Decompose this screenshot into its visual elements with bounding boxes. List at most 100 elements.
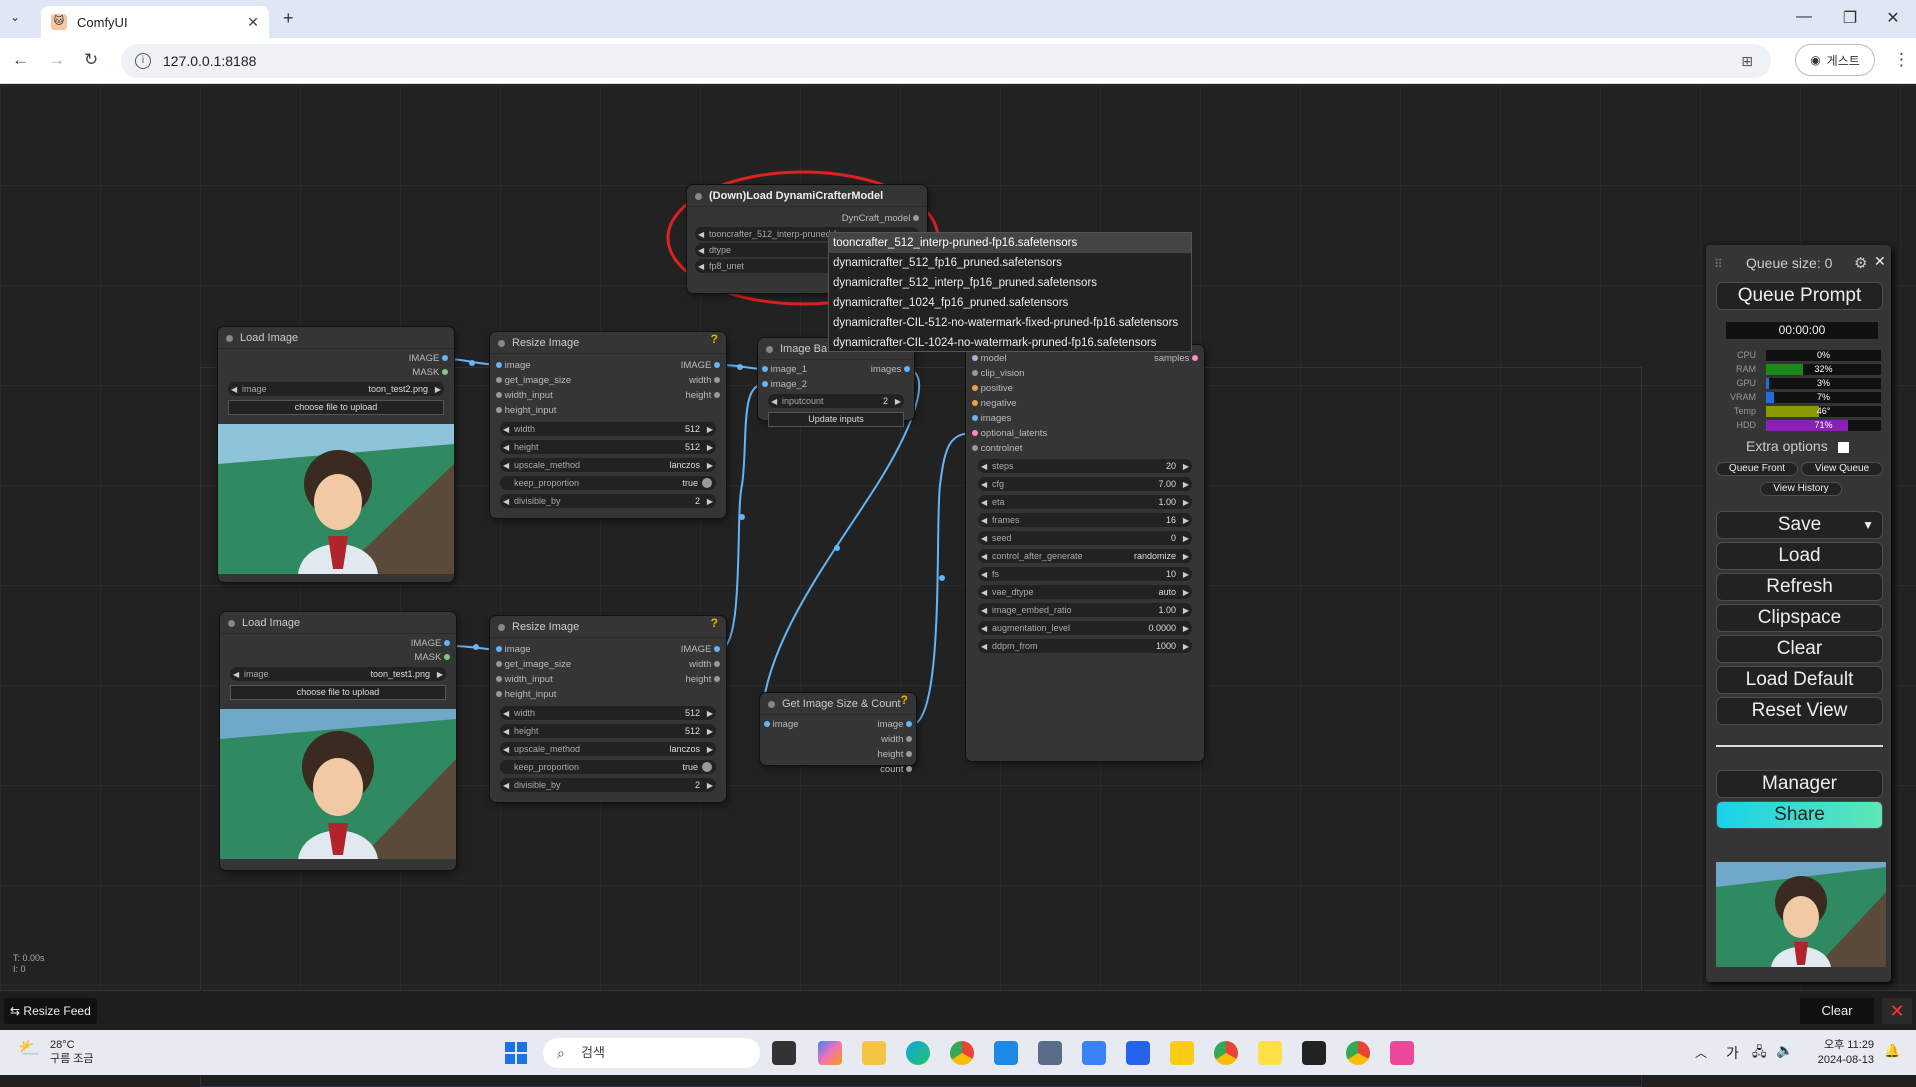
input-get-image-size[interactable]: get_image_size [496, 659, 571, 670]
output-image[interactable]: IMAGE [411, 638, 450, 649]
kakaotalk-icon[interactable] [1258, 1041, 1282, 1065]
divisible-by-widget[interactable]: divisible_by2 [500, 778, 716, 792]
copilot-icon[interactable] [818, 1041, 842, 1065]
fs-widget[interactable]: fs10 [978, 567, 1192, 581]
queue-prompt-button[interactable]: Queue Prompt [1716, 282, 1883, 310]
upscale-method-widget[interactable]: upscale_methodlanczos [500, 458, 716, 472]
input-image-1[interactable]: image_1 [762, 364, 807, 375]
site-info-icon[interactable]: i [135, 53, 151, 69]
tray-overflow-icon[interactable]: ︿ [1695, 1044, 1707, 1061]
view-history-button[interactable]: View History [1760, 482, 1842, 496]
width-widget[interactable]: width512 [500, 706, 716, 720]
window-close-icon[interactable]: ✕ [1870, 8, 1916, 28]
dropdown-option[interactable]: dynamicrafter_512_fp16_pruned.safetensor… [829, 253, 1191, 273]
resize-image-node-2[interactable]: Resize Image ? image get_image_size widt… [490, 616, 726, 802]
input-width[interactable]: width_input [496, 390, 553, 401]
chrome-active-icon[interactable] [1346, 1041, 1370, 1065]
output-width[interactable]: width [689, 659, 720, 670]
inputcount-widget[interactable]: inputcount2 [768, 394, 904, 408]
terminal-icon[interactable] [1302, 1041, 1326, 1065]
output-image[interactable]: image [877, 719, 912, 730]
ime-indicator[interactable]: 가 [1726, 1043, 1739, 1063]
upscale-method-widget[interactable]: upscale_methodlanczos [500, 742, 716, 756]
output-mask[interactable]: MASK [412, 367, 448, 378]
clipspace-button[interactable]: Clipspace [1716, 604, 1883, 632]
url-input[interactable]: i 127.0.0.1:8188 ⊞ [121, 44, 1771, 78]
dropdown-option[interactable]: dynamicrafter-CIL-1024-no-watermark-prun… [829, 333, 1191, 353]
resize-feed-button[interactable]: ⇆ Resize Feed [4, 998, 97, 1024]
dropdown-option[interactable]: tooncrafter_512_interp-pruned-fp16.safet… [829, 233, 1191, 253]
dropdown-option[interactable]: dynamicrafter_512_interp_fp16_pruned.saf… [829, 273, 1191, 293]
volume-icon[interactable]: 🔈 [1776, 1042, 1793, 1059]
output-image[interactable]: IMAGE [409, 353, 448, 364]
new-tab-icon[interactable]: + [283, 8, 294, 29]
upload-button[interactable]: choose file to upload [228, 400, 444, 415]
refresh-button[interactable]: Refresh [1716, 573, 1883, 601]
load-image-node-2[interactable]: Load Image IMAGE MASK imagetoon_test1.pn… [220, 612, 456, 870]
forward-icon[interactable]: → [48, 50, 65, 70]
graph-canvas[interactable]: (Down)Load DynamiCrafterModel DynCraft_m… [0, 85, 1916, 1087]
load-button[interactable]: Load [1716, 542, 1883, 570]
clock[interactable]: 오후 11:29 2024-08-13 [1810, 1038, 1874, 1068]
chrome-icon[interactable] [950, 1041, 974, 1065]
input-image[interactable]: image [764, 719, 799, 730]
browser-tab[interactable]: 🐱 ComfyUI ✕ [41, 6, 269, 38]
notification-bell-icon[interactable]: 🔔 [1884, 1043, 1900, 1059]
chrome-profile-icon[interactable] [1214, 1041, 1238, 1065]
sticky-notes-icon[interactable] [1170, 1041, 1194, 1065]
queue-front-button[interactable]: Queue Front [1716, 462, 1798, 476]
output-images[interactable]: images [871, 364, 910, 375]
calculator-icon[interactable] [1038, 1041, 1062, 1065]
drag-handle-icon[interactable]: ⠿ [1714, 257, 1723, 271]
output-image[interactable]: IMAGE [681, 360, 720, 371]
profile-button[interactable]: ◉ 게스트 [1795, 44, 1875, 76]
edge-icon[interactable] [906, 1041, 930, 1065]
image-embed-ratio-widget[interactable]: image_embed_ratio1.00 [978, 603, 1192, 617]
input-model[interactable]: model [972, 353, 1007, 364]
vscode-icon[interactable] [994, 1041, 1018, 1065]
output-count[interactable]: count [880, 764, 912, 775]
taskbar-search[interactable]: ⌕ 검색 [543, 1038, 760, 1068]
upload-button[interactable]: choose file to upload [230, 685, 446, 700]
height-widget[interactable]: height512 [500, 724, 716, 738]
seed-widget[interactable]: seed0 [978, 531, 1192, 545]
notepad-icon[interactable] [1082, 1041, 1106, 1065]
image-select[interactable]: imagetoon_test1.png [230, 667, 446, 681]
file-explorer-icon[interactable] [862, 1041, 886, 1065]
cfg-widget[interactable]: cfg7.00 [978, 477, 1192, 491]
output-height[interactable]: height [877, 749, 912, 760]
feed-clear-button[interactable]: Clear [1800, 998, 1874, 1024]
output-image[interactable]: IMAGE [681, 644, 720, 655]
input-image[interactable]: image [496, 360, 531, 371]
update-inputs-button[interactable]: Update inputs [768, 412, 904, 427]
load-image-node-1[interactable]: Load Image IMAGE MASK imagetoon_test2.pn… [218, 327, 454, 582]
view-queue-button[interactable]: View Queue [1801, 462, 1883, 476]
tab-close-icon[interactable]: ✕ [247, 14, 259, 31]
preview-thumbnail[interactable] [1716, 862, 1886, 967]
help-icon[interactable]: ? [711, 616, 718, 630]
save-button[interactable]: Save ▼ [1716, 511, 1883, 539]
extra-options-checkbox[interactable] [1837, 441, 1849, 453]
input-image[interactable]: image [496, 644, 531, 655]
input-clip-vision[interactable]: clip_vision [972, 368, 1024, 379]
load-default-button[interactable]: Load Default [1716, 666, 1883, 694]
restore-icon[interactable]: ❐ [1827, 8, 1873, 28]
clear-button[interactable]: Clear [1716, 635, 1883, 663]
help-icon[interactable]: ? [901, 693, 908, 707]
input-images[interactable]: images [972, 413, 1011, 424]
image-select[interactable]: imagetoon_test2.png [228, 382, 444, 396]
output-mask[interactable]: MASK [414, 652, 450, 663]
tab-search-icon[interactable]: ⌄ [10, 10, 20, 24]
input-height[interactable]: height_input [496, 405, 556, 416]
manager-button[interactable]: Manager [1716, 770, 1883, 798]
output-width[interactable]: width [689, 375, 720, 386]
steps-widget[interactable]: steps20 [978, 459, 1192, 473]
keep-proportion-toggle[interactable]: keep_proportion true [500, 476, 716, 490]
network-icon[interactable]: 🖧 [1752, 1043, 1767, 1065]
height-widget[interactable]: height512 [500, 440, 716, 454]
input-height[interactable]: height_input [496, 689, 556, 700]
input-negative[interactable]: negative [972, 398, 1017, 409]
vae-dtype-widget[interactable]: vae_dtypeauto [978, 585, 1192, 599]
input-controlnet[interactable]: controlnet [972, 443, 1022, 454]
dynamicrafter-interp-node[interactable]: model clip_vision positive negative imag… [966, 345, 1204, 761]
